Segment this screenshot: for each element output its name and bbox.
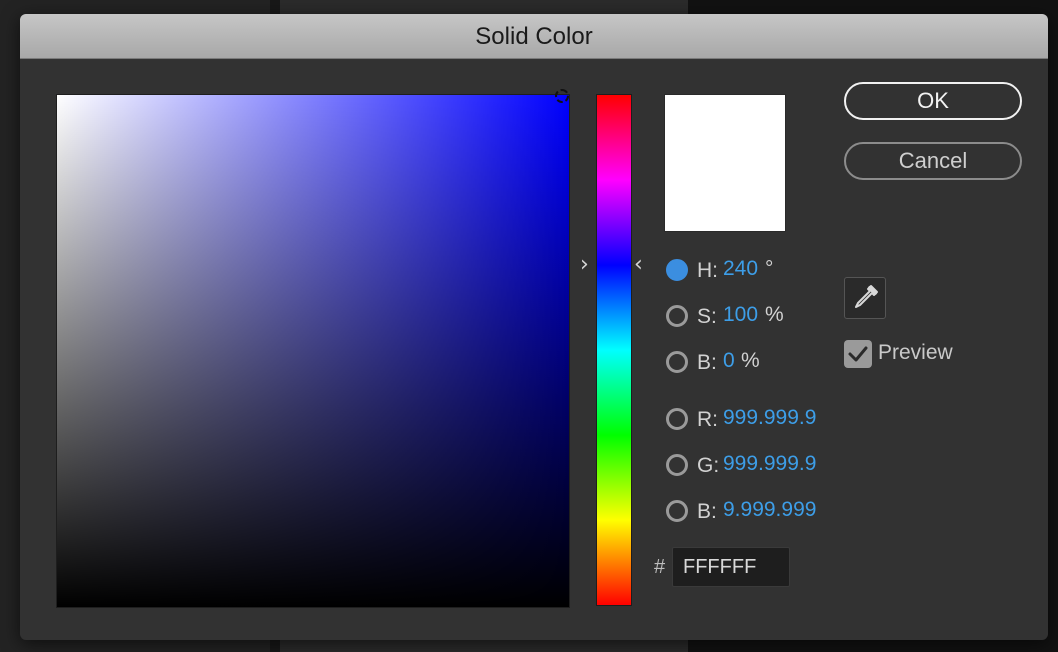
blue-label: B: bbox=[697, 500, 717, 523]
radio-saturation[interactable] bbox=[666, 305, 688, 327]
radio-blue[interactable] bbox=[666, 500, 688, 522]
color-field-cursor[interactable] bbox=[555, 89, 569, 103]
green-label: G: bbox=[697, 454, 720, 477]
radio-green[interactable] bbox=[666, 454, 688, 476]
eyedropper-icon bbox=[855, 285, 878, 308]
saturation-label: S: bbox=[697, 305, 717, 328]
radio-brightness[interactable] bbox=[666, 351, 688, 373]
checkmark-icon bbox=[848, 346, 868, 362]
eyedropper-button[interactable] bbox=[844, 277, 886, 319]
hue-label: H: bbox=[697, 259, 718, 282]
radio-hue[interactable] bbox=[666, 259, 688, 281]
brightness-value[interactable]: 0 bbox=[723, 349, 735, 373]
preview-checkbox[interactable] bbox=[844, 340, 872, 368]
chevron-left-icon[interactable]: ‹ bbox=[634, 254, 643, 276]
hex-input[interactable] bbox=[672, 547, 790, 587]
green-value[interactable]: 999.999.99 bbox=[723, 452, 817, 476]
saturation-unit: % bbox=[765, 303, 784, 326]
cancel-button[interactable]: Cancel bbox=[844, 142, 1022, 180]
hue-unit: ° bbox=[765, 257, 774, 280]
ok-button[interactable]: OK bbox=[844, 82, 1022, 120]
preview-label[interactable]: Preview bbox=[878, 341, 953, 365]
color-field[interactable] bbox=[56, 94, 570, 608]
solid-color-dialog: Solid Color › ‹ H: 240 ° S: 100 % B: 0 %… bbox=[20, 14, 1048, 640]
color-preview-swatch bbox=[664, 94, 786, 232]
dialog-titlebar[interactable]: Solid Color bbox=[20, 14, 1048, 59]
brightness-label: B: bbox=[697, 351, 717, 374]
dialog-title: Solid Color bbox=[475, 23, 593, 50]
radio-red[interactable] bbox=[666, 408, 688, 430]
blue-value[interactable]: 9.999.999. bbox=[723, 498, 817, 522]
hue-value[interactable]: 240 bbox=[723, 257, 758, 281]
hue-slider[interactable] bbox=[596, 94, 632, 606]
chevron-right-icon[interactable]: › bbox=[580, 254, 589, 276]
red-value[interactable]: 999.999.99 bbox=[723, 406, 817, 430]
brightness-unit: % bbox=[741, 349, 760, 372]
saturation-value[interactable]: 100 bbox=[723, 303, 758, 327]
hex-prefix: # bbox=[654, 556, 666, 578]
red-label: R: bbox=[697, 408, 718, 431]
